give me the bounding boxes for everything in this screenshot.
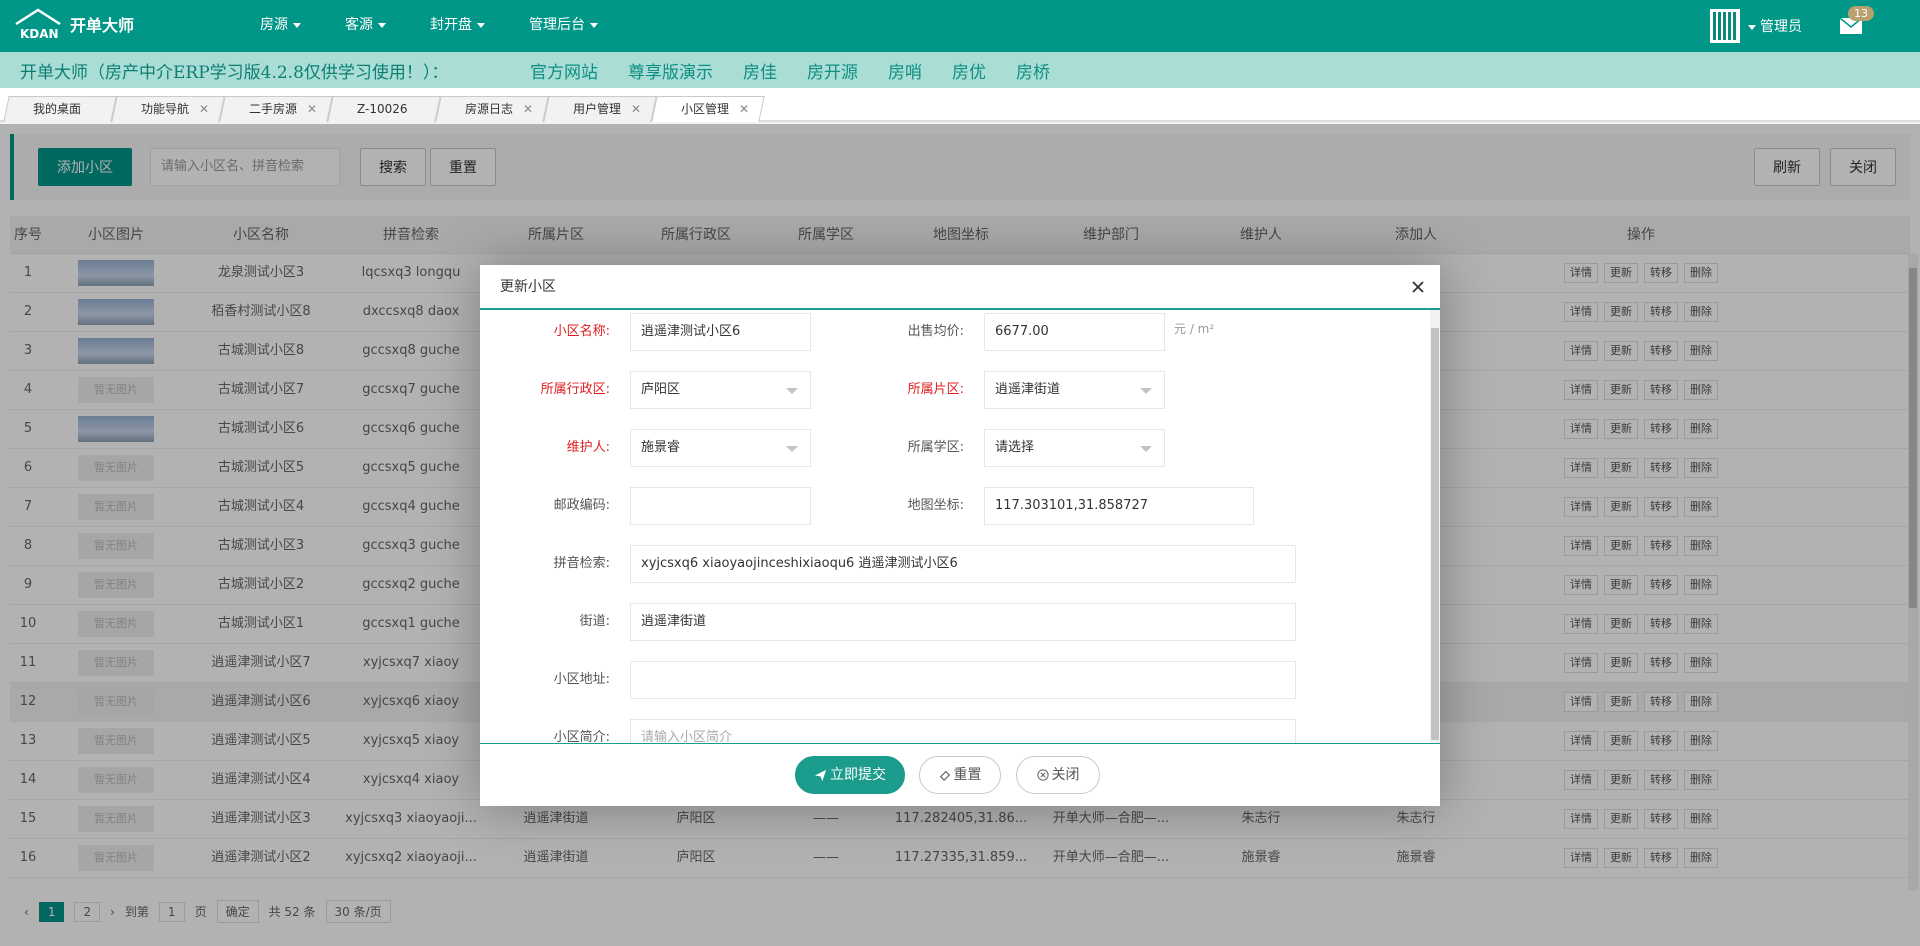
link-fangshao[interactable]: 房哨 [888,58,922,83]
user-name: 管理员 [1760,19,1802,35]
link-fangjia[interactable]: 房佳 [743,58,777,83]
caret-down-icon [378,22,386,28]
nav-label: 房源 [260,17,288,33]
tab-user-manage[interactable]: 用户管理 ✕ [543,96,657,122]
address-input[interactable] [630,661,1296,699]
update-community-dialog: 更新小区 小区名称: 逍遥津测试小区6 出售均价: 6677.00 元 / m²… [480,265,1440,806]
close-icon[interactable]: ✕ [199,97,209,121]
link-fangyou[interactable]: 房优 [952,58,986,83]
tab-house-log[interactable]: 房源日志 ✕ [435,96,549,122]
close-dialog-button[interactable]: 关闭 [1016,756,1100,794]
nav-label: 封开盘 [430,17,472,33]
tab-z10026[interactable]: Z-10026✕ [327,96,441,140]
area-label: 所属片区: [907,382,964,397]
tab-second-hand[interactable]: 二手房源 ✕ [219,96,333,122]
close-icon[interactable]: ✕ [523,97,533,121]
link-fangqiao[interactable]: 房桥 [1016,58,1050,83]
pinyin-label: 拼音检索: [553,556,610,571]
tab-label: 房源日志 [465,102,514,116]
announcement-bar: 开单大师（房产中介ERP学习版4.2.8仅供学习使用！）： 官方网站 尊享版演示… [0,52,1920,88]
maintainer-label: 维护人: [566,440,610,455]
street-label: 街道: [579,614,610,629]
area-select[interactable]: 逍遥津街道 [984,371,1165,409]
price-label: 出售均价: [907,324,964,339]
logo[interactable]: KDAN 开单大师 [14,8,134,40]
zip-label: 邮政编码: [553,498,610,513]
qr-code-icon[interactable] [1710,9,1740,43]
tab-label: 小区管理 [681,102,730,116]
submit-label: 立即提交 [830,767,886,783]
school-label: 所属学区: [907,440,964,455]
top-header: KDAN 开单大师 房源 客源 封开盘 管理后台 管理员 13 [0,0,1920,52]
dialog-header: 更新小区 [480,265,1440,310]
caret-down-icon [590,22,598,28]
avg-price-input[interactable]: 6677.00 [984,313,1165,351]
link-fangkaiyuan[interactable]: 房开源 [807,58,858,83]
tab-label: 我的桌面 [33,102,82,116]
pinyin-input[interactable]: xyjcsxq6 xiaoyaojinceshixiaoqu6 逍遥津测试小区6 [630,545,1296,583]
intro-label: 小区简介: [553,730,610,744]
link-premium-demo[interactable]: 尊享版演示 [628,58,713,83]
mail-count-badge: 13 [1848,6,1874,21]
caret-down-icon [477,22,485,28]
price-unit: 元 / m² [1174,322,1215,336]
close-label: 关闭 [1051,767,1080,783]
tab-label: Z-10026 [357,102,408,116]
announcement-title: 开单大师（房产中介ERP学习版4.2.8仅供学习使用！）： [20,62,449,83]
nav-label: 客源 [345,17,373,33]
caret-down-icon [1748,24,1756,30]
submit-button[interactable]: 立即提交 [795,756,905,794]
logo-text: 开单大师 [70,16,135,35]
coord-label: 地图坐标: [907,498,964,513]
map-coordinate-input[interactable]: 117.303101,31.858727 [984,487,1254,525]
school-select[interactable]: 请选择 [984,429,1165,467]
tab-label: 二手房源 [249,102,298,116]
nav-item-fangyuan[interactable]: 房源 [238,0,323,52]
tab-label: 用户管理 [573,102,622,116]
name-label: 小区名称: [553,324,610,339]
link-official-site[interactable]: 官方网站 [530,58,598,83]
address-label: 小区地址: [553,672,610,687]
nav-item-admin[interactable]: 管理后台 [507,0,620,52]
tab-community-manage[interactable]: 小区管理 ✕ [651,96,765,122]
zip-code-input[interactable] [630,487,811,525]
tab-function-nav[interactable]: 功能导航 ✕ [111,96,225,122]
svg-text:KDAN: KDAN [20,27,59,40]
intro-textarea[interactable]: 请输入小区简介 [630,719,1296,743]
caret-down-icon [293,22,301,28]
dialog-form: 小区名称: 逍遥津测试小区6 出售均价: 6677.00 元 / m² 所属行政… [480,310,1440,744]
house-logo-icon: KDAN [15,8,61,40]
close-icon[interactable]: ✕ [631,97,641,121]
tab-label: 功能导航 [141,102,190,116]
header-right: 管理员 13 [1710,0,1920,52]
close-icon[interactable] [1410,279,1426,295]
district-select[interactable]: 庐阳区 [630,371,811,409]
user-menu[interactable]: 管理员 [1748,16,1802,36]
dialog-title: 更新小区 [500,279,556,295]
send-icon [814,769,827,781]
street-input[interactable]: 逍遥津街道 [630,603,1296,641]
eraser-icon [939,770,950,781]
dialog-footer: 立即提交 重置 关闭 [480,745,1440,806]
reset-label: 重置 [953,767,982,783]
tab-bar: 我的桌面 功能导航✕ 二手房源✕ Z-10026✕ 房源日志✕ 用户管理✕ 小区… [0,88,1920,140]
dialog-scrollbar[interactable] [1430,310,1440,743]
nav-label: 管理后台 [529,17,585,33]
community-name-input[interactable]: 逍遥津测试小区6 [630,313,811,351]
announcement-links: 官方网站 尊享版演示 房佳 房开源 房哨 房优 房桥 [530,58,1080,83]
mail-button[interactable]: 13 [1840,6,1874,34]
nav-item-keyuan[interactable]: 客源 [323,0,408,52]
reset-form-button[interactable]: 重置 [919,756,1001,794]
main-nav: 房源 客源 封开盘 管理后台 [238,0,620,52]
maintainer-select[interactable]: 施景睿 [630,429,811,467]
district-label: 所属行政区: [540,382,610,397]
circle-close-icon [1036,769,1049,781]
nav-item-fengkaipan[interactable]: 封开盘 [408,0,507,52]
close-icon[interactable]: ✕ [739,97,749,121]
tab-desktop[interactable]: 我的桌面 [3,96,117,122]
close-icon[interactable]: ✕ [307,97,317,121]
